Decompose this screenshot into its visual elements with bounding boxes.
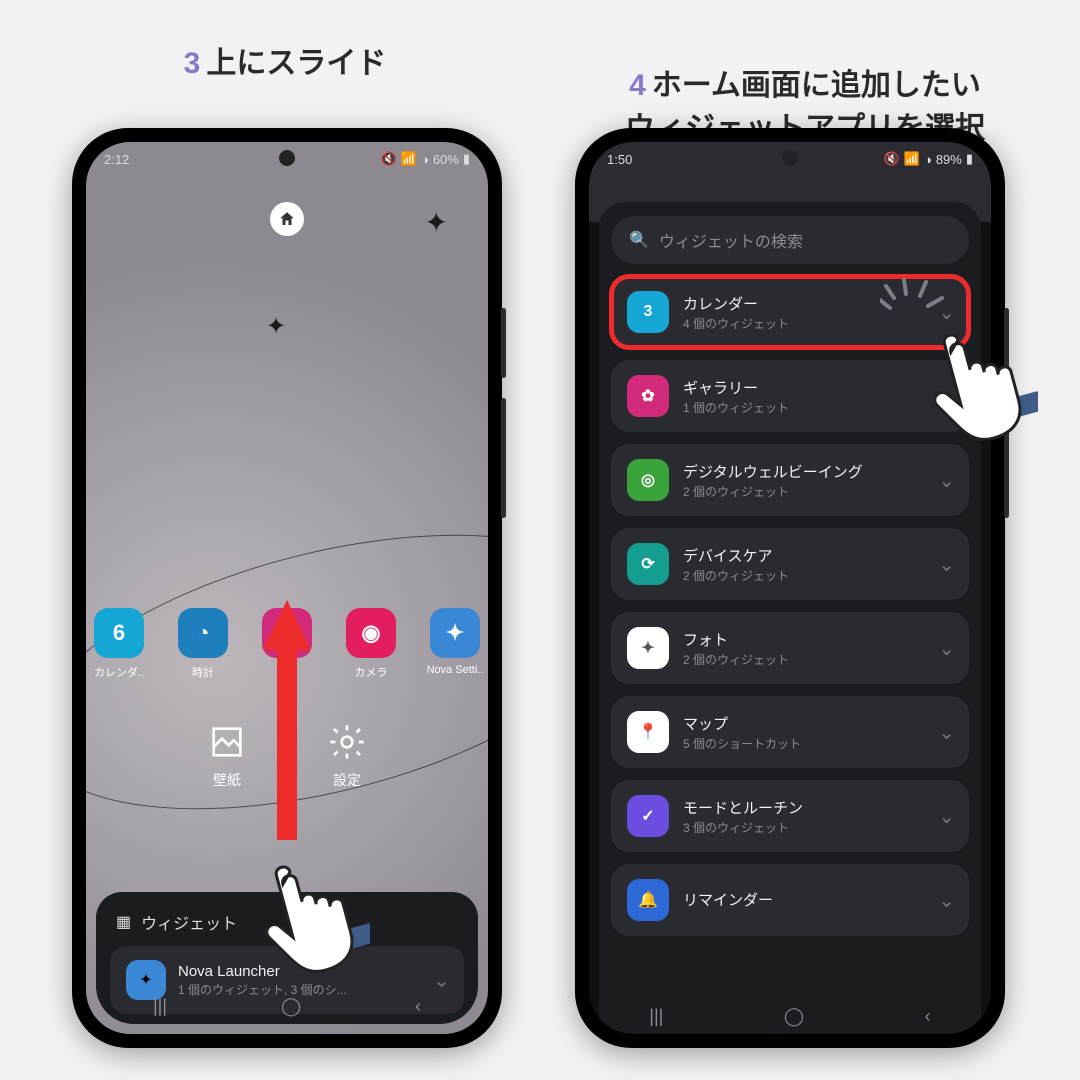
chevron-down-icon: ⌄ [938, 888, 955, 913]
back-icon[interactable]: ‹ [925, 1006, 931, 1027]
hand-cursor-icon [250, 838, 370, 978]
app-camera[interactable]: ◉ カメラ [340, 608, 402, 680]
step3-text: 上にスライド [206, 47, 386, 80]
status-battery: 89% [936, 152, 962, 167]
widgets-grid-icon: ▦ [116, 912, 131, 932]
chevron-down-icon: ⌄ [938, 636, 955, 661]
widget-row-maps[interactable]: 📍 マップ5 個のショートカット ⌄ [611, 696, 969, 768]
widget-row-gallery[interactable]: ✿ ギャラリー1 個のウィジェット ⌄ [611, 360, 969, 432]
chevron-down-icon: ⌄ [938, 552, 955, 577]
chevron-down-icon: ⌄ [938, 804, 955, 829]
widget-row-wellbeing[interactable]: ◎ デジタルウェルビーイング2 個のウィジェット ⌄ [611, 444, 969, 516]
chevron-down-icon: ⌄ [938, 468, 955, 493]
app-calendar[interactable]: 6 カレンダ.. [88, 608, 150, 680]
photos-icon: ✦ [627, 627, 669, 669]
nova-settings-icon: ✦ [430, 608, 480, 658]
status-time: 2:12 [104, 152, 129, 167]
gallery-icon: ✿ [627, 375, 669, 417]
chevron-down-icon: ⌄ [433, 968, 450, 993]
status-bar: 1:50 🔇📶◑89%▮ [589, 142, 991, 176]
settings-option[interactable]: 設定 [327, 722, 367, 790]
search-placeholder: ウィジェットの検索 [659, 228, 803, 252]
phone-step4: 1:50 🔇📶◑89%▮ 🔍 ウィジェットの検索 3 カレンダー4 個のウィジェ… [575, 128, 1005, 1048]
clock-icon: ◔ [178, 608, 228, 658]
nav-bar: ||| ◯ ‹ [96, 994, 478, 1018]
hand-cursor-icon [918, 306, 1038, 446]
status-bar: 2:12 🔇📶◑60%▮ [86, 142, 488, 176]
step3-label: 3上にスライド [70, 42, 500, 86]
gear-icon [327, 722, 367, 762]
home-nav-icon[interactable]: ◯ [784, 1006, 804, 1027]
maps-icon: 📍 [627, 711, 669, 753]
app-clock[interactable]: ◔ 時計 [172, 608, 234, 680]
reminder-icon: 🔔 [627, 879, 669, 921]
widget-row-modes[interactable]: ✓ モードとルーチン3 個のウィジェット ⌄ [611, 780, 969, 852]
wallpaper-option[interactable]: 壁紙 [207, 722, 247, 790]
calendar-icon: 6 [94, 608, 144, 658]
calendar-icon: 3 [627, 291, 669, 333]
wallpaper-icon [207, 722, 247, 762]
status-time: 1:50 [607, 152, 632, 167]
widgets-header: ウィジェット [141, 910, 237, 934]
devicecare-icon: ⟳ [627, 543, 669, 585]
home-nav-icon[interactable]: ◯ [281, 996, 301, 1017]
widget-row-devicecare[interactable]: ⟳ デバイスケア2 個のウィジェット ⌄ [611, 528, 969, 600]
search-input[interactable]: 🔍 ウィジェットの検索 [611, 216, 969, 264]
step4-num: 4 [629, 69, 646, 102]
phone4-screen: 1:50 🔇📶◑89%▮ 🔍 ウィジェットの検索 3 カレンダー4 個のウィジェ… [589, 142, 991, 1034]
app-nova-settings[interactable]: ✦ Nova Setti.. [424, 608, 486, 680]
recents-icon[interactable]: ||| [649, 1006, 663, 1027]
chevron-down-icon: ⌄ [938, 720, 955, 745]
swipe-up-arrow [257, 590, 317, 850]
search-icon: 🔍 [629, 230, 649, 250]
widget-row-reminder[interactable]: 🔔 リマインダー ⌄ [611, 864, 969, 936]
step3-num: 3 [184, 47, 201, 80]
wellbeing-icon: ◎ [627, 459, 669, 501]
back-icon[interactable]: ‹ [415, 996, 421, 1017]
widget-row-photos[interactable]: ✦ フォト2 個のウィジェット ⌄ [611, 612, 969, 684]
status-battery: 60% [433, 152, 459, 167]
modes-icon: ✓ [627, 795, 669, 837]
home-icon[interactable] [270, 202, 304, 236]
nav-bar: ||| ◯ ‹ [589, 1004, 991, 1028]
recents-icon[interactable]: ||| [153, 996, 167, 1017]
camera-icon: ◉ [346, 608, 396, 658]
